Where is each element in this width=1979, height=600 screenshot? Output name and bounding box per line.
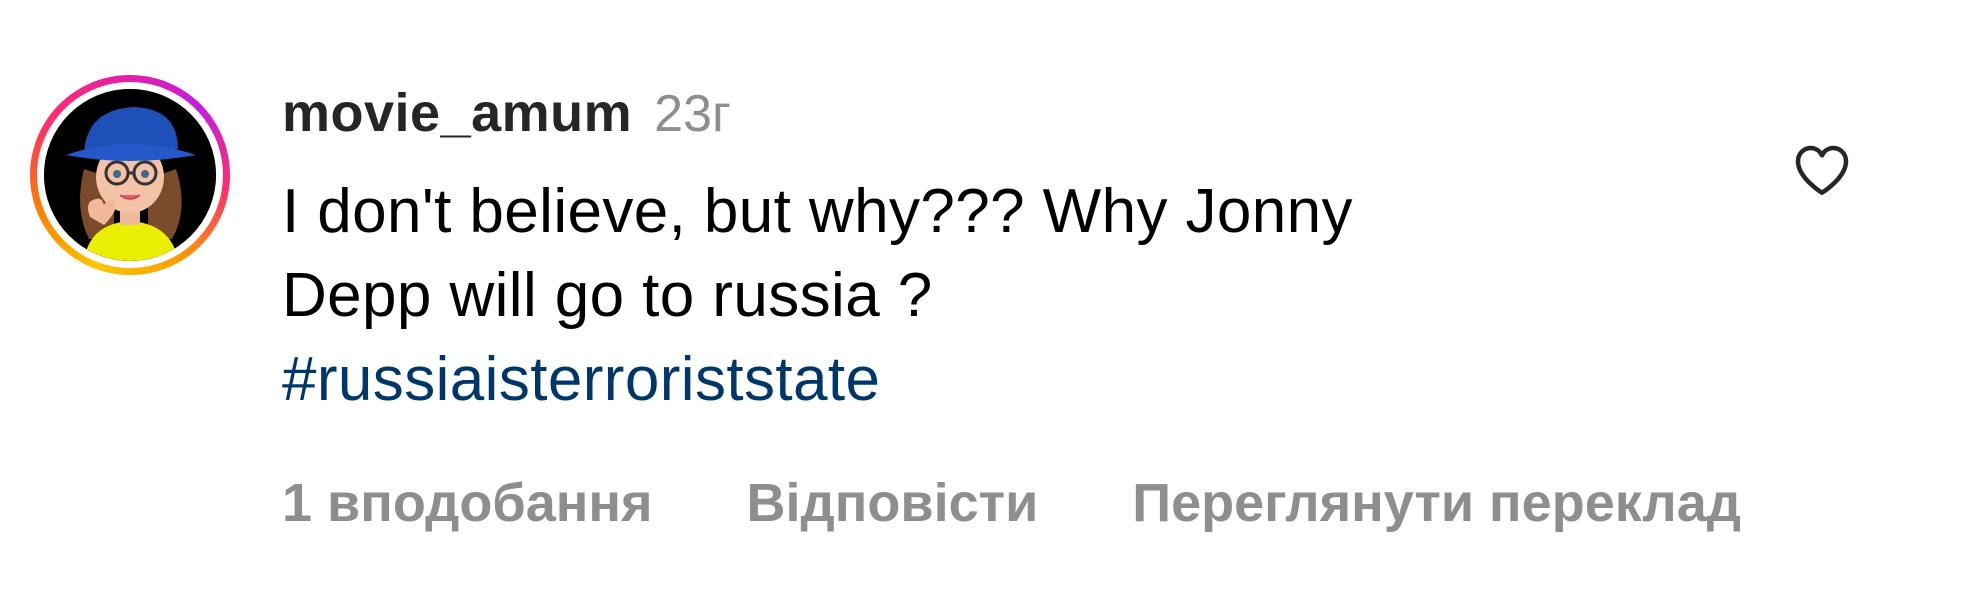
comment-timestamp[interactable]: 23г: [654, 84, 731, 144]
comment-actions: 1 вподобання Відповісти Переглянути пере…: [282, 468, 1741, 538]
reply-button[interactable]: Відповісти: [747, 472, 1039, 534]
memoji-avatar-image: [44, 89, 216, 261]
comment-text-line-2: Depp will go to russia ?: [282, 261, 933, 330]
avatar-story-ring[interactable]: [30, 75, 230, 275]
avatar[interactable]: [44, 89, 216, 261]
likes-count-button[interactable]: 1 вподобання: [282, 472, 653, 534]
see-translation-button[interactable]: Переглянути переклад: [1132, 472, 1741, 534]
username-link[interactable]: movie_amum: [282, 82, 632, 144]
heart-outline-icon[interactable]: [1790, 138, 1854, 202]
comment: movie_amum 23г I don't believe, but why?…: [0, 0, 1979, 600]
comment-header: movie_amum 23г: [282, 82, 731, 144]
comment-text-line-1: I don't believe, but why??? Why Jonny: [282, 177, 1353, 246]
hashtag-link[interactable]: #russiaisterroriststate: [282, 345, 880, 414]
comment-body: I don't believe, but why??? Why Jonny De…: [282, 170, 1702, 422]
